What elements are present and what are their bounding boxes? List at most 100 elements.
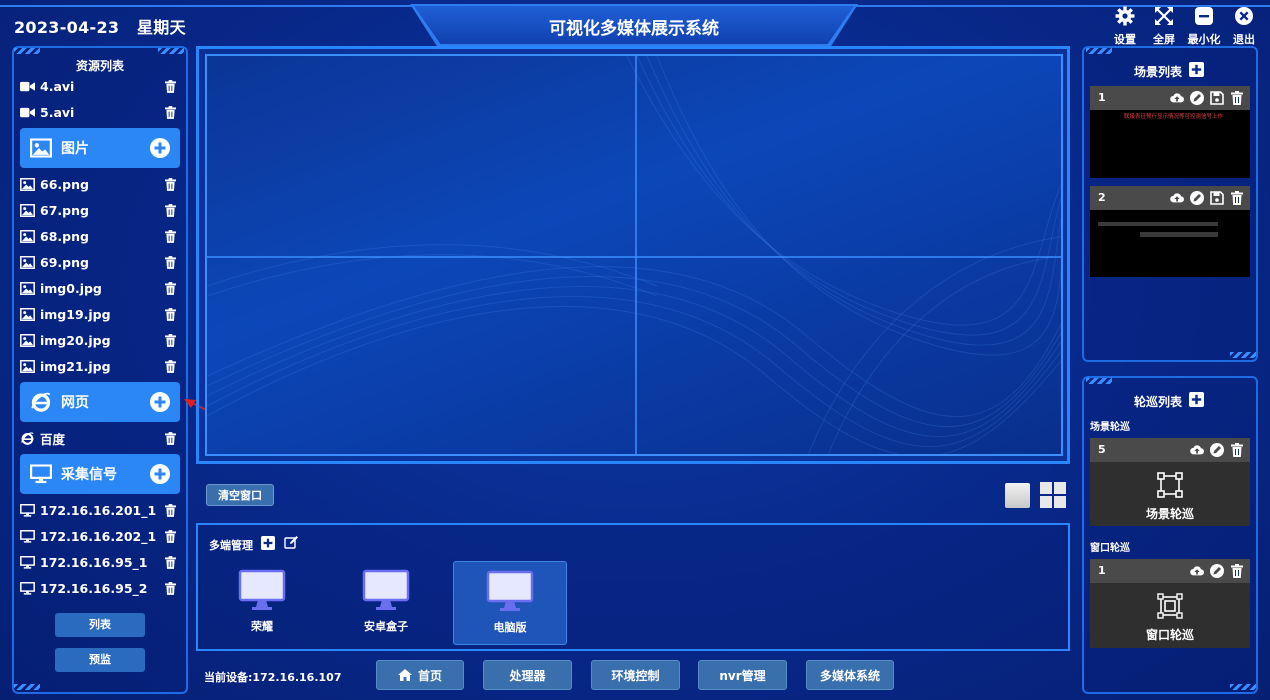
delete-icon[interactable]	[165, 80, 176, 93]
edit-icon[interactable]	[1190, 191, 1204, 205]
resource-name: img21.jpg	[40, 358, 111, 374]
delete-icon[interactable]	[165, 256, 176, 269]
tour-card-header: 5	[1090, 438, 1250, 462]
delete-icon[interactable]	[165, 360, 176, 373]
delete-icon[interactable]	[165, 106, 176, 119]
window-tour-card[interactable]: 1 窗口轮巡	[1090, 559, 1250, 648]
upload-icon[interactable]	[1190, 443, 1204, 457]
clear-windows-button[interactable]: 清空窗口	[206, 484, 274, 506]
delete-icon[interactable]	[1230, 191, 1244, 205]
edit-icon[interactable]	[1190, 91, 1204, 105]
device-item[interactable]: 安卓盒子	[329, 561, 443, 645]
add-signal-icon[interactable]	[150, 464, 170, 484]
upload-icon[interactable]	[1170, 191, 1184, 205]
list-button[interactable]: 列表	[55, 613, 145, 637]
scene-tour-icon	[1157, 472, 1183, 498]
scene-card-header: 2	[1090, 186, 1250, 210]
tour-card-header: 1	[1090, 559, 1250, 583]
nav-nvr-button[interactable]: nvr管理	[698, 660, 787, 690]
resource-item-video[interactable]: 5.avi	[20, 102, 178, 122]
edit-icon[interactable]	[1210, 564, 1224, 578]
nav-home-button[interactable]: 首页	[376, 660, 464, 690]
tour-id: 1	[1098, 564, 1106, 577]
image-icon	[20, 308, 35, 321]
nav-multimedia-button[interactable]: 多媒体系统	[806, 660, 894, 690]
browser-icon	[30, 392, 52, 412]
category-label: 网页	[61, 395, 89, 411]
edit-icon[interactable]	[1210, 443, 1224, 457]
upload-icon[interactable]	[1190, 564, 1204, 578]
nav-processor-button[interactable]: 处理器	[483, 660, 572, 690]
image-icon	[20, 256, 35, 269]
resource-item-signal[interactable]: 172.16.16.95_2	[20, 578, 178, 598]
resource-item-webpage[interactable]: 百度	[20, 428, 178, 448]
resource-item-image[interactable]: img19.jpg	[20, 304, 178, 324]
panel-decoration	[1230, 684, 1256, 690]
category-signals-button[interactable]: 采集信号	[20, 454, 180, 494]
resource-item-signal[interactable]: 172.16.16.95_1	[20, 552, 178, 572]
close-icon	[1235, 7, 1253, 25]
scene-card[interactable]: 1 联接表征预行显示情况等可控测信号上作	[1090, 86, 1250, 178]
delete-icon[interactable]	[1230, 91, 1244, 105]
resource-item-image[interactable]: 66.png	[20, 174, 178, 194]
resource-item-image[interactable]: 67.png	[20, 200, 178, 220]
resource-item-image[interactable]: img20.jpg	[20, 330, 178, 350]
save-icon[interactable]	[1210, 91, 1224, 105]
add-image-icon[interactable]	[150, 138, 170, 158]
scene-card-header: 1	[1090, 86, 1250, 110]
delete-icon[interactable]	[165, 334, 176, 347]
edit-icon[interactable]	[284, 535, 299, 550]
delete-icon[interactable]	[165, 582, 176, 595]
device-item-selected[interactable]: 电脑版	[453, 561, 567, 645]
exit-button[interactable]: 退出	[1224, 4, 1264, 46]
resource-item-signal[interactable]: 172.16.16.202_1	[20, 526, 178, 546]
delete-icon[interactable]	[165, 282, 176, 295]
scene-card[interactable]: 2	[1090, 186, 1250, 277]
settings-button[interactable]: 设置	[1105, 4, 1145, 46]
tour-body: 场景轮巡	[1090, 462, 1250, 526]
resource-item-image[interactable]: img21.jpg	[20, 356, 178, 376]
minimize-button[interactable]: 最小化	[1184, 4, 1224, 46]
resource-name: img20.jpg	[40, 332, 111, 348]
preview-button[interactable]: 预监	[55, 648, 145, 672]
resource-item-video[interactable]: 4.avi	[20, 76, 178, 96]
add-scene-icon[interactable]	[1189, 62, 1204, 77]
delete-icon[interactable]	[165, 230, 176, 243]
monitor-icon	[20, 530, 35, 543]
delete-icon[interactable]	[165, 556, 176, 569]
display-wall-canvas[interactable]	[205, 54, 1063, 456]
add-tour-icon[interactable]	[1189, 392, 1204, 407]
category-webpages-button[interactable]: 网页	[20, 382, 180, 422]
resource-item-image[interactable]: 69.png	[20, 252, 178, 272]
upload-icon[interactable]	[1170, 91, 1184, 105]
layout-single-button[interactable]	[1005, 483, 1030, 508]
image-icon	[30, 138, 52, 158]
resource-item-image[interactable]: img0.jpg	[20, 278, 178, 298]
category-label: 采集信号	[61, 467, 117, 483]
device-item[interactable]: 荣耀	[205, 561, 319, 645]
fullscreen-button[interactable]: 全屏	[1144, 4, 1184, 46]
delete-icon[interactable]	[165, 178, 176, 191]
delete-icon[interactable]	[1230, 443, 1244, 457]
resource-item-image[interactable]: 68.png	[20, 226, 178, 246]
save-icon[interactable]	[1210, 191, 1224, 205]
delete-icon[interactable]	[165, 530, 176, 543]
delete-icon[interactable]	[165, 204, 176, 217]
delete-icon[interactable]	[165, 504, 176, 517]
multi-end-panel	[196, 523, 1070, 651]
add-device-icon[interactable]	[261, 536, 275, 550]
resource-name: 67.png	[40, 202, 89, 218]
category-images-button[interactable]: 图片	[20, 128, 180, 168]
nav-environment-button[interactable]: 环境控制	[591, 660, 680, 690]
resource-item-signal[interactable]: 172.16.16.201_1	[20, 500, 178, 520]
layout-quad-icon[interactable]	[1040, 482, 1066, 508]
scene-preview	[1090, 210, 1250, 277]
delete-icon[interactable]	[165, 308, 176, 321]
scene-tour-card[interactable]: 5 场景轮巡	[1090, 438, 1250, 526]
resource-name: 5.avi	[40, 104, 75, 120]
add-webpage-icon[interactable]	[150, 392, 170, 412]
delete-icon[interactable]	[165, 432, 176, 445]
delete-icon[interactable]	[1230, 564, 1244, 578]
tour-list-title: 轮巡列表	[1134, 395, 1183, 409]
monitor-icon	[20, 582, 35, 595]
